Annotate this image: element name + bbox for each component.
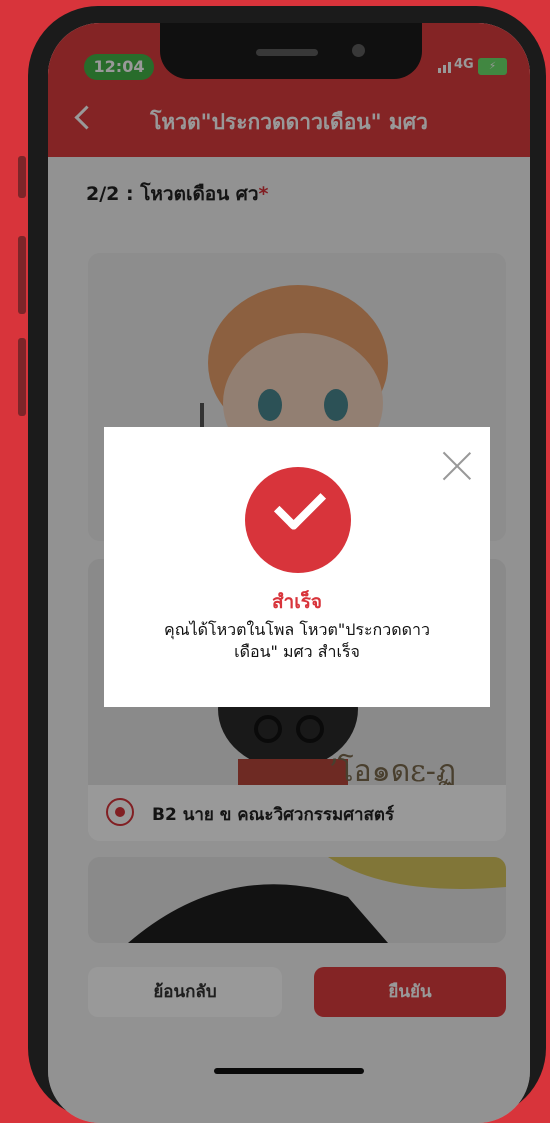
success-dialog: สำเร็จ คุณได้โหวตในโพล โหวต"ประกวดดาวเดื… — [104, 427, 490, 707]
side-button-volume-up — [18, 236, 26, 314]
close-icon[interactable] — [440, 449, 474, 483]
success-check-icon — [245, 467, 351, 573]
success-message: คุณได้โหวตในโพล โหวต"ประกวดดาวเดือน" มศว… — [164, 620, 430, 661]
side-button-volume-down — [18, 338, 26, 416]
checkmark-icon — [273, 478, 327, 532]
success-title: สำเร็จ — [271, 591, 323, 613]
phone-screen: 12:04 4G ⚡ โหวต"ประกวดดาวเดือน" มศว 2/2 … — [48, 23, 530, 1123]
side-button-mute — [18, 156, 26, 198]
